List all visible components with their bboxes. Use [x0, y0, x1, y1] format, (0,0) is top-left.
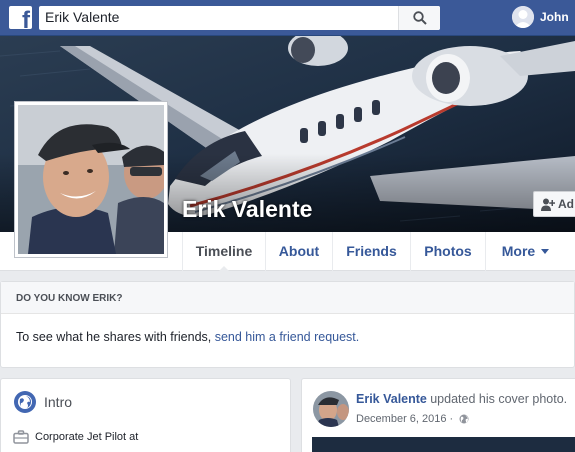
timeline-post: Erik Valente updated his cover photo. De… — [301, 378, 575, 452]
tab-label: Timeline — [195, 243, 253, 259]
work-info: Corporate Jet Pilot at — [35, 431, 139, 443]
user-avatar — [512, 6, 534, 28]
top-navigation-bar: f Erik Valente John — [0, 0, 575, 36]
post-author-avatar[interactable] — [313, 391, 349, 427]
post-action-text: updated his cover photo. — [430, 392, 568, 406]
chevron-down-icon — [541, 249, 550, 254]
facebook-logo-icon[interactable]: f — [9, 6, 32, 29]
tab-more[interactable]: More — [485, 232, 565, 271]
post-date-text: December 6, 2016 · — [356, 413, 454, 425]
tab-label: More — [501, 243, 536, 259]
card-body: To see what he shares with friends, send… — [16, 330, 359, 344]
tab-label: About — [278, 243, 320, 259]
card-text: To see what he shares with friends, — [16, 330, 215, 344]
tab-about[interactable]: About — [265, 232, 332, 271]
card-header: DO YOU KNOW ERIK? — [1, 282, 574, 314]
post-author-link[interactable]: Erik Valente — [356, 392, 427, 406]
profile-name[interactable]: Erik Valente — [182, 196, 312, 223]
add-friend-icon — [541, 198, 555, 211]
tab-timeline[interactable]: Timeline — [182, 232, 265, 272]
search-input[interactable]: Erik Valente — [45, 9, 119, 25]
add-friend-label: Ad — [558, 197, 574, 211]
tab-photos[interactable]: Photos — [410, 232, 485, 271]
briefcase-icon — [13, 430, 29, 444]
send-friend-request-link[interactable]: send him a friend request. — [215, 330, 360, 344]
search-bar[interactable]: Erik Valente — [39, 6, 440, 30]
user-name[interactable]: John — [540, 10, 569, 24]
public-globe-icon — [459, 414, 469, 424]
profile-picture[interactable] — [14, 101, 168, 258]
post-timestamp[interactable]: December 6, 2016 · — [356, 413, 469, 425]
search-button[interactable] — [398, 6, 440, 30]
tab-label: Friends — [346, 243, 397, 259]
intro-title: Intro — [44, 394, 73, 410]
card-title: DO YOU KNOW ERIK? — [16, 293, 123, 304]
globe-icon — [14, 391, 36, 413]
cover-photo-thumbnail[interactable] — [312, 437, 575, 452]
add-friend-button[interactable]: Ad — [533, 191, 575, 217]
post-header: Erik Valente updated his cover photo. — [356, 392, 567, 406]
intro-card: Intro Corporate Jet Pilot at — [0, 378, 291, 452]
tab-friends[interactable]: Friends — [332, 232, 410, 271]
search-icon — [413, 11, 427, 25]
friend-request-card: DO YOU KNOW ERIK? To see what he shares … — [0, 281, 575, 368]
tab-label: Photos — [424, 243, 472, 259]
